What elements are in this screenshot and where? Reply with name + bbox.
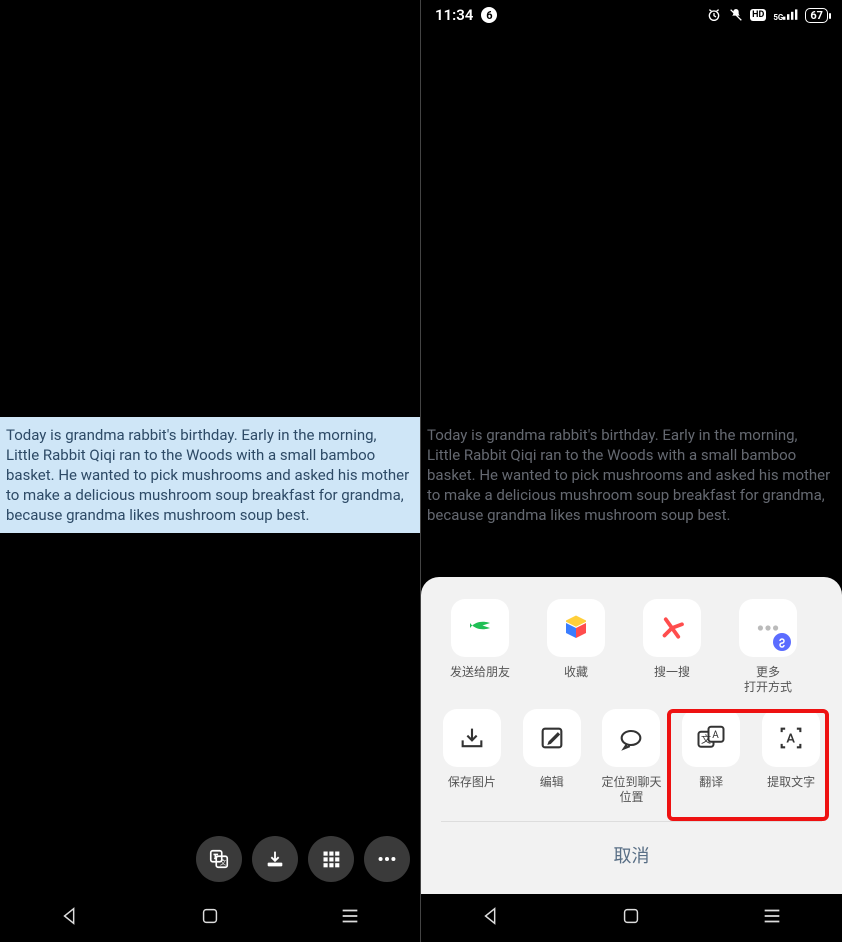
tile-label: 翻译 — [699, 775, 723, 790]
tile-save-image[interactable]: 保存图片 — [437, 709, 507, 805]
tile-label: 定位到聊天 位置 — [601, 775, 661, 805]
tile-more-open-with[interactable]: 更多 打开方式 — [729, 599, 807, 695]
clock-time: 11:34 — [435, 6, 473, 24]
cube-icon — [547, 599, 605, 657]
translate-button[interactable]: 文 — [196, 836, 242, 882]
tile-extract-text[interactable]: A 提取文字 — [756, 709, 826, 805]
story-text-selected[interactable]: Today is grandma rabbit's birthday. Earl… — [0, 417, 420, 533]
svg-text:A: A — [713, 730, 720, 741]
tile-label: 更多 打开方式 — [744, 665, 792, 695]
cancel-button[interactable]: 取消 — [433, 834, 830, 882]
alarm-icon — [706, 7, 722, 23]
nav-recent-icon[interactable] — [339, 905, 361, 931]
miniprogram-badge-icon — [773, 633, 791, 651]
battery-icon: 67 — [805, 8, 828, 23]
edit-icon — [523, 709, 581, 767]
nav-back-icon[interactable] — [480, 905, 502, 931]
tile-label: 收藏 — [564, 665, 588, 680]
tile-edit[interactable]: 编辑 — [517, 709, 587, 805]
signal-icon: 5G — [772, 8, 799, 22]
divider — [441, 821, 822, 822]
share-icon — [451, 599, 509, 657]
tile-locate-in-chat[interactable]: 定位到聊天 位置 — [597, 709, 667, 805]
screen-left: Today is grandma rabbit's birthday. Earl… — [0, 0, 421, 942]
tile-translate[interactable]: A 文 翻译 — [676, 709, 746, 805]
nav-back-icon[interactable] — [59, 905, 81, 931]
nav-home-icon[interactable] — [620, 905, 642, 931]
grid-button[interactable] — [308, 836, 354, 882]
nav-home-icon[interactable] — [199, 905, 221, 931]
hd-badge: HD — [750, 9, 766, 21]
action-sheet: 发送给朋友 收藏 搜一搜 — [421, 577, 842, 894]
svg-text:A: A — [786, 732, 795, 747]
sheet-row-1: 发送给朋友 收藏 搜一搜 — [433, 595, 830, 705]
android-navbar — [0, 894, 420, 942]
mute-icon — [728, 7, 744, 23]
more-icon — [739, 599, 797, 657]
screen-right: 11:34 6 HD 5G 67 Today is grandma rabbit… — [421, 0, 842, 942]
svg-text:文: 文 — [220, 858, 227, 867]
story-text-dimmed: Today is grandma rabbit's birthday. Earl… — [421, 417, 842, 533]
tile-label: 保存图片 — [448, 775, 496, 790]
tile-label: 提取文字 — [767, 775, 815, 790]
image-toolbar: 文 — [196, 836, 410, 882]
notification-count: 6 — [481, 7, 497, 23]
status-bar: 11:34 6 HD 5G 67 — [421, 0, 842, 30]
save-icon — [443, 709, 501, 767]
translate-icon: A 文 — [682, 709, 740, 767]
tile-label: 编辑 — [540, 775, 564, 790]
spark-icon — [643, 599, 701, 657]
svg-text:文: 文 — [701, 733, 711, 746]
more-button[interactable] — [364, 836, 410, 882]
tile-search[interactable]: 搜一搜 — [633, 599, 711, 695]
download-button[interactable] — [252, 836, 298, 882]
tile-label: 发送给朋友 — [450, 665, 510, 680]
ocr-icon: A — [762, 709, 820, 767]
chat-icon — [602, 709, 660, 767]
nav-recent-icon[interactable] — [761, 905, 783, 931]
sheet-row-2: 保存图片 编辑 定位到聊天 位置 A — [433, 705, 830, 815]
tile-favorite[interactable]: 收藏 — [537, 599, 615, 695]
tile-label: 搜一搜 — [654, 665, 690, 680]
tile-send-to-friend[interactable]: 发送给朋友 — [441, 599, 519, 695]
android-navbar — [421, 894, 842, 942]
